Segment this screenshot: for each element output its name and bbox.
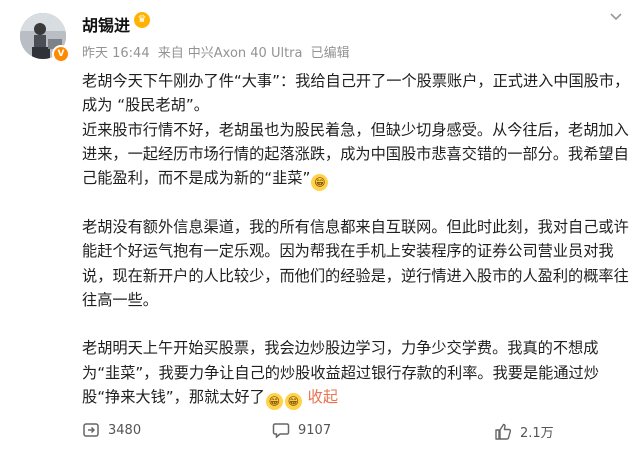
- paragraph-1: 老胡今天下午刚办了件“大事”：我给自己开了一个股票账户，正式进入中国股市，成为 …: [82, 69, 630, 118]
- verified-icon: V: [52, 45, 70, 63]
- edited-label[interactable]: 已编辑: [311, 46, 350, 61]
- chevron-down-icon[interactable]: [610, 10, 622, 24]
- like-count: 2.1万: [520, 426, 554, 441]
- crown-icon: ♛: [134, 12, 150, 28]
- comment-button[interactable]: 9107: [272, 422, 331, 438]
- grin-emoji-icon: 😁: [284, 392, 302, 410]
- post-content: 老胡今天下午刚办了件“大事”：我给自己开了一个股票账户，正式进入中国股市，成为 …: [82, 69, 630, 410]
- paragraph-2: 近来股市行情不好，老胡虽也为股民着急，但缺少切身感受。从今往后，老胡加入进来，一…: [82, 118, 630, 192]
- post-source: 中兴Axon 40 Ultra: [187, 46, 303, 61]
- comment-count: 9107: [298, 422, 332, 438]
- paragraph-text: 老胡没有额外信息渠道，我的所有信息都来自互联网。但此时此刻，我对自己或许能赶个好…: [82, 218, 629, 310]
- grin-emoji-icon: 😁: [311, 174, 329, 192]
- collapse-link[interactable]: 收起: [308, 388, 338, 406]
- post-header: V 胡锡进 ♛ 昨天 16:44 来自 中兴Axon 40 Ultra 已编辑: [0, 0, 640, 68]
- post-time[interactable]: 昨天 16:44: [82, 46, 150, 61]
- paragraph-3: 老胡没有额外信息渠道，我的所有信息都来自互联网。但此时此刻，我对自己或许能赶个好…: [82, 215, 630, 312]
- paragraph-text: 老胡今天下午刚办了件“大事”：我给自己开了一个股票账户，正式进入中国股市，成为 …: [82, 72, 630, 115]
- post-actions: 3480 9107 2.1万: [82, 420, 630, 444]
- author-name[interactable]: 胡锡进: [82, 12, 130, 36]
- repost-button[interactable]: 3480: [82, 422, 141, 438]
- source-prefix: 来自: [157, 46, 184, 61]
- thumbs-up-icon: [495, 423, 512, 440]
- comment-icon: [272, 423, 290, 438]
- grin-emoji-icon: 😁: [265, 392, 283, 410]
- paragraph-text: 近来股市行情不好，老胡虽也为股民着急，但缺少切身感受。从今往后，老胡加入进来，一…: [82, 120, 629, 188]
- repost-count: 3480: [108, 422, 142, 438]
- paragraph-4: 老胡明天上午开始买股票，我会边炒股边学习，力争少交学费。我真的不想成为“韭菜”，…: [82, 336, 630, 410]
- post-meta: 昨天 16:44 来自 中兴Axon 40 Ultra 已编辑: [82, 42, 354, 61]
- paragraph-text: 老胡明天上午开始买股票，我会边炒股边学习，力争少交学费。我真的不想成为“韭菜”，…: [82, 339, 599, 406]
- repost-icon: [83, 423, 99, 437]
- like-button[interactable]: 2.1万: [494, 422, 554, 441]
